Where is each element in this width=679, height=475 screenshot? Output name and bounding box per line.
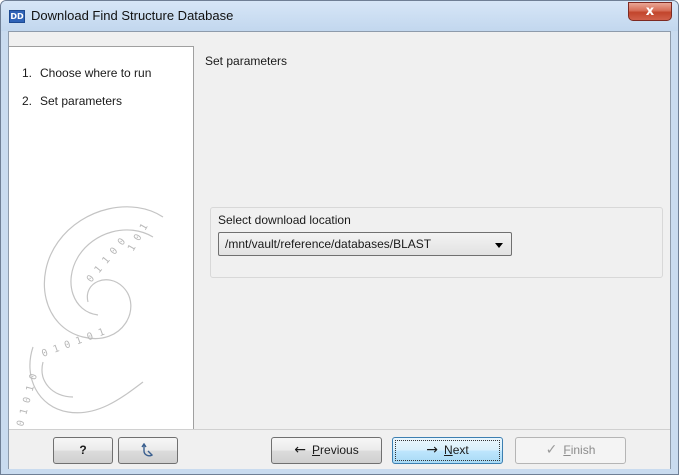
parameters-panel: Set parameters Select download location … bbox=[195, 46, 670, 429]
wizard-steps-panel: 1. Choose where to run 2. Set parameters 0… bbox=[9, 46, 194, 429]
svg-text:0 1 1 0 0: 0 1 1 0 0 bbox=[85, 236, 128, 285]
checkmark-icon: ✓ bbox=[545, 442, 558, 458]
reset-arrow-icon bbox=[141, 442, 154, 457]
svg-text:0 1 0 1 0 1: 0 1 0 1 0 1 bbox=[40, 327, 106, 360]
step-label: Set parameters bbox=[40, 94, 123, 108]
app-icon: DD bbox=[9, 10, 25, 23]
svg-text:1 0 1: 1 0 1 bbox=[126, 222, 151, 254]
chevron-down-icon bbox=[495, 243, 503, 248]
download-location-label: Select download location bbox=[218, 213, 351, 227]
finish-label: inish bbox=[570, 443, 596, 457]
svg-text:0 1 0 1 0: 0 1 0 1 0 bbox=[15, 373, 40, 427]
next-mnemonic: N bbox=[444, 443, 453, 457]
download-location-group: Select download location /mnt/vault/refe… bbox=[210, 207, 663, 278]
step-number: 2. bbox=[22, 94, 33, 108]
reset-button[interactable] bbox=[118, 437, 178, 464]
binary-swirl-icon: 0 1 1 0 0 0 1 0 1 0 1 0 1 0 1 0 1 0 1 bbox=[15, 206, 164, 427]
finish-mnemonic: F bbox=[563, 443, 571, 457]
question-icon: ? bbox=[79, 443, 87, 457]
previous-mnemonic: P bbox=[312, 443, 321, 457]
close-button[interactable]: x bbox=[628, 2, 672, 21]
title-bar[interactable]: DD Download Find Structure Database x bbox=[1, 1, 678, 31]
download-location-select[interactable]: /mnt/vault/reference/databases/BLAST bbox=[218, 232, 512, 256]
arrow-left-icon: ← bbox=[294, 442, 307, 458]
panel-title: Set parameters bbox=[205, 54, 288, 68]
step-item-choose-where-to-run: 1. Choose where to run bbox=[22, 66, 151, 80]
previous-label: revious bbox=[320, 443, 359, 457]
step-label: Choose where to run bbox=[40, 66, 152, 80]
finish-button[interactable]: ✓ Finish bbox=[515, 437, 626, 464]
step-item-set-parameters: 2. Set parameters bbox=[22, 94, 122, 108]
download-location-value: /mnt/vault/reference/databases/BLAST bbox=[225, 237, 432, 251]
next-button[interactable]: → Next bbox=[392, 437, 503, 464]
dialog-body: 1. Choose where to run 2. Set parameters 0… bbox=[8, 31, 671, 469]
button-bar: ? ← Previous → Next ✓ Finish bbox=[9, 429, 670, 469]
close-icon: x bbox=[645, 4, 655, 19]
window-title: Download Find Structure Database bbox=[31, 8, 234, 23]
dialog-window: DD Download Find Structure Database x 1.… bbox=[0, 0, 679, 475]
arrow-right-icon: → bbox=[426, 442, 439, 458]
help-button[interactable]: ? bbox=[53, 437, 113, 464]
previous-button[interactable]: ← Previous bbox=[271, 437, 382, 464]
step-number: 1. bbox=[22, 66, 33, 80]
next-label: ext bbox=[452, 443, 469, 457]
